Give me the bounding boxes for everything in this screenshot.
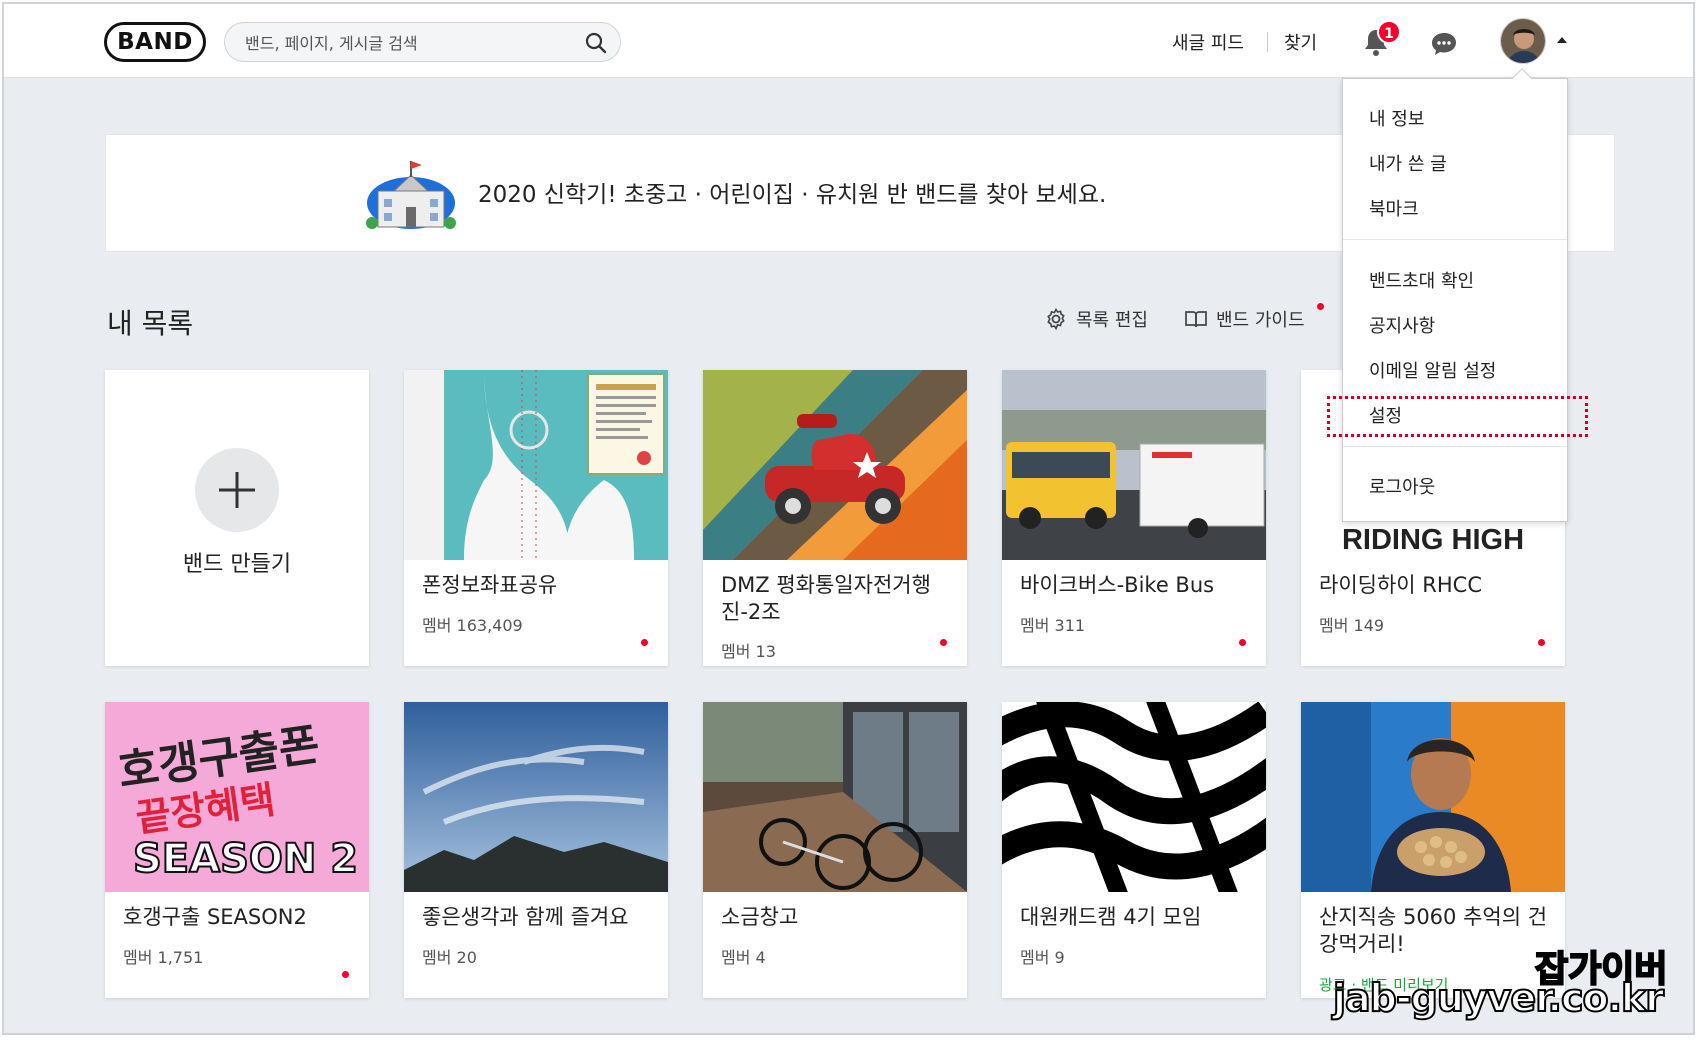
band-name: DMZ 평화통일자전거행진-2조 — [721, 573, 931, 624]
book-icon — [1185, 311, 1207, 328]
menu-item-email-alerts[interactable]: 이메일 알림 설정 — [1369, 357, 1496, 383]
ad-band-card[interactable]: 산지직송 5060 추억의 건강먹거리! 광고 · 밴드 미리보기 — [1301, 702, 1565, 998]
menu-item-band-invites[interactable]: 밴드초대 확인 — [1369, 267, 1474, 293]
menu-item-logout[interactable]: 로그아웃 — [1369, 473, 1435, 499]
new-post-dot — [1538, 639, 1545, 646]
band-name: 바이크버스-Bike Bus — [1020, 573, 1215, 597]
top-header: BAND 새글 피드 찾기 1 — [4, 4, 1693, 78]
profile-dropdown-menu: 내 정보 내가 쓴 글 북마크 밴드초대 확인 공지사항 이메일 알림 설정 설… — [1342, 68, 1568, 522]
menu-item-notices[interactable]: 공지사항 — [1369, 312, 1435, 338]
find-link[interactable]: 찾기 — [1284, 29, 1317, 55]
band-guide-label: 밴드 가이드 — [1216, 310, 1305, 331]
band-thumbnail — [404, 702, 668, 892]
band-name: 산지직송 5060 추억의 건강먹거리! — [1319, 905, 1548, 956]
my-list-title: 내 목록 — [107, 307, 194, 340]
search-input[interactable] — [245, 31, 575, 55]
chevron-up-icon[interactable] — [1556, 36, 1568, 44]
band-members: 멤버 9 — [1020, 948, 1065, 967]
new-post-dot — [940, 639, 947, 646]
notification-badge: 1 — [1377, 20, 1401, 44]
band-name: 소금창고 — [721, 905, 799, 929]
band-members: 멤버 163,409 — [422, 616, 523, 635]
band-name: 좋은생각과 함께 즐겨요 — [422, 905, 629, 929]
band-card[interactable]: DMZ 평화통일자전거행진-2조 멤버 13 — [703, 370, 967, 666]
chat-icon[interactable] — [1428, 28, 1460, 60]
band-name: 라이딩하이 RHCC — [1319, 573, 1482, 597]
new-post-dot — [641, 639, 648, 646]
nav-divider — [1267, 32, 1268, 52]
band-thumbnail — [1002, 370, 1266, 560]
band-members: 멤버 1,751 — [123, 948, 204, 967]
create-band-label: 밴드 만들기 — [182, 552, 292, 577]
new-feed-link[interactable]: 새글 피드 — [1172, 29, 1244, 55]
band-members: 멤버 20 — [422, 948, 477, 967]
new-post-dot — [1239, 639, 1246, 646]
watermark-url: jab-guyver.co.kr — [1332, 975, 1665, 1021]
band-members: 멤버 13 — [721, 642, 776, 661]
app-frame: BAND 새글 피드 찾기 1 — [2, 2, 1695, 1035]
menu-divider — [1343, 239, 1567, 240]
edit-list-label: 목록 편집 — [1076, 310, 1148, 331]
band-card[interactable]: 호갱구출폰 끝장혜택 SEASON 2 호갱구출 SEASON2 멤버 1,75… — [105, 702, 369, 998]
band-guide-button[interactable]: 밴드 가이드 — [1184, 306, 1305, 332]
edit-list-button[interactable]: 목록 편집 — [1044, 306, 1148, 332]
school-icon — [366, 161, 456, 229]
band-card[interactable]: 바이크버스-Bike Bus 멤버 311 — [1002, 370, 1266, 666]
gear-icon — [1047, 307, 1065, 331]
thumb-text-line: SEASON 2 — [132, 835, 359, 883]
profile-avatar[interactable] — [1500, 18, 1546, 64]
band-members: 멤버 4 — [721, 948, 766, 967]
band-thumbnail — [703, 702, 967, 892]
band-card[interactable]: 폰정보좌표공유 멤버 163,409 — [404, 370, 668, 666]
create-band-card[interactable]: 밴드 만들기 — [105, 370, 369, 666]
riding-high-logo-text: RIDING HIGH — [1341, 524, 1525, 556]
band-card[interactable]: 대원캐드캠 4기 모임 멤버 9 — [1002, 702, 1266, 998]
menu-item-my-info[interactable]: 내 정보 — [1369, 105, 1424, 131]
menu-divider — [1343, 446, 1567, 447]
band-thumbnail — [404, 370, 668, 560]
band-name: 폰정보좌표공유 — [422, 573, 558, 597]
band-members: 멤버 149 — [1319, 616, 1385, 635]
band-card[interactable]: 소금창고 멤버 4 — [703, 702, 967, 998]
banner-text: 2020 신학기! 초중고 · 어린이집 · 유치원 반 밴드를 찾아 보세요. — [478, 182, 1107, 208]
menu-item-my-posts[interactable]: 내가 쓴 글 — [1369, 150, 1447, 176]
band-thumbnail — [1301, 702, 1565, 892]
new-post-dot — [342, 971, 349, 978]
band-card[interactable]: 좋은생각과 함께 즐겨요 멤버 20 — [404, 702, 668, 998]
band-thumbnail: 호갱구출폰 끝장혜택 SEASON 2 — [105, 702, 369, 892]
band-members: 멤버 311 — [1020, 616, 1086, 635]
band-thumbnail — [1002, 702, 1266, 892]
settings-highlight-box — [1327, 396, 1588, 437]
band-name: 대원캐드캠 4기 모임 — [1020, 905, 1202, 929]
new-indicator-dot — [1317, 303, 1324, 310]
band-name: 호갱구출 SEASON2 — [123, 905, 307, 929]
band-logo[interactable]: BAND — [104, 22, 206, 62]
search-bar[interactable] — [224, 22, 621, 62]
search-icon[interactable] — [584, 31, 608, 55]
band-thumbnail — [703, 370, 967, 560]
plus-icon — [195, 448, 279, 532]
menu-item-bookmark[interactable]: 북마크 — [1369, 195, 1419, 221]
